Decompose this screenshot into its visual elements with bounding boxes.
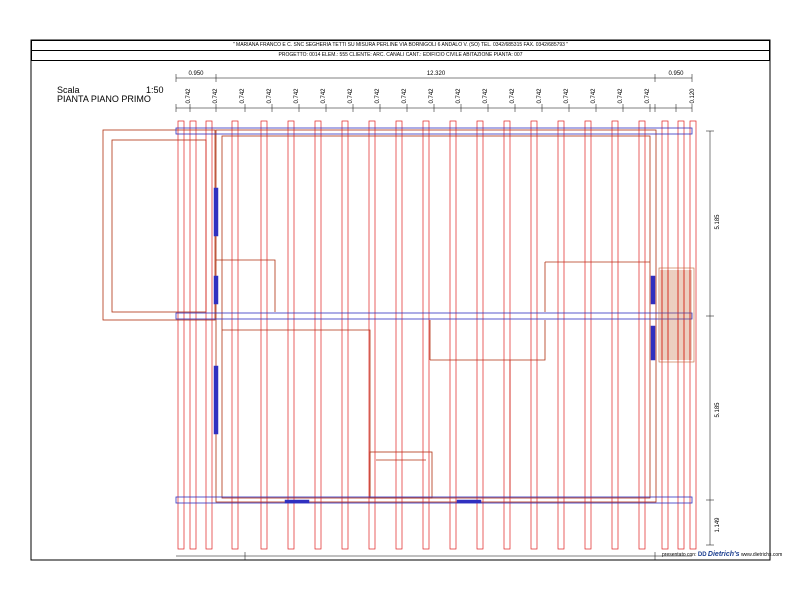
dim-spacing: 0.742 [294, 88, 300, 104]
dim-spacing: 0.742 [375, 88, 381, 104]
joist [638, 120, 646, 550]
dim-spacing: 0.742 [645, 88, 651, 104]
joist [341, 120, 349, 550]
joist [584, 120, 592, 550]
dim-spacing: 0.742 [618, 88, 624, 104]
dim-top-center: 12.320 [427, 71, 446, 77]
brand-url: www.dietrichs.com [740, 552, 783, 558]
joist [557, 120, 565, 550]
bottom-reference-line [176, 552, 692, 560]
dim-spacing: 0.742 [429, 88, 435, 104]
joists [177, 120, 697, 550]
brand-footer: presentato con: DD Dietrich's www.dietri… [662, 551, 782, 558]
dim-spacing: 0.742 [213, 88, 219, 104]
top-plate [175, 127, 693, 504]
dim-right-lower: 5.185 [715, 402, 721, 418]
dim-right-bottom: 1.149 [715, 517, 721, 533]
joist [611, 120, 619, 550]
dim-spacing: 0.742 [402, 88, 408, 104]
dimension-labels: 0.950 12.320 0.950 0.742 0.742 0.742 0.742 0.74… [186, 71, 721, 533]
dim-spacing: 0.742 [267, 88, 273, 104]
drawing-title: PIANTA PIANO PRIMO [57, 94, 151, 104]
joist [395, 120, 403, 550]
dim-spacing: 0.742 [564, 88, 570, 104]
brand-logo-icon: DD [697, 552, 707, 558]
joist [422, 120, 430, 550]
joist [205, 120, 213, 550]
right-dimension-chain [706, 130, 714, 546]
dim-top-left: 0.950 [188, 71, 204, 77]
brand-name: Dietrich's [707, 551, 740, 558]
joist [231, 120, 239, 550]
dim-spacing: 0.742 [456, 88, 462, 104]
dim-spacing: 0.742 [537, 88, 543, 104]
dim-spacing: 0.742 [348, 88, 354, 104]
joist [177, 120, 185, 550]
dim-spacing-last: 0.120 [690, 88, 696, 104]
dim-right-upper: 5.185 [715, 214, 721, 230]
joist [314, 120, 322, 550]
joist [476, 120, 484, 550]
project-header: PROGETTO: 0014 ELEM.: 555 CLIENTE: ARC. … [31, 50, 770, 61]
joist [260, 120, 268, 550]
joist [530, 120, 538, 550]
dim-spacing: 0.742 [186, 88, 192, 104]
brand-prefix: presentato con: [662, 552, 697, 558]
joist [287, 120, 295, 550]
drawing-sheet: 0.950 12.320 0.950 0.742 0.742 0.742 0.742 0.74… [30, 39, 771, 561]
wall-outline [102, 129, 657, 503]
joist [449, 120, 457, 550]
posts [213, 187, 656, 504]
dim-top-right: 0.950 [668, 71, 684, 77]
joist [503, 120, 511, 550]
dim-spacing: 0.742 [510, 88, 516, 104]
dim-spacing: 0.742 [240, 88, 246, 104]
dim-spacing: 0.742 [483, 88, 489, 104]
dim-spacing: 0.742 [321, 88, 327, 104]
stair [658, 267, 695, 363]
dim-spacing: 0.742 [591, 88, 597, 104]
joist [189, 120, 197, 550]
